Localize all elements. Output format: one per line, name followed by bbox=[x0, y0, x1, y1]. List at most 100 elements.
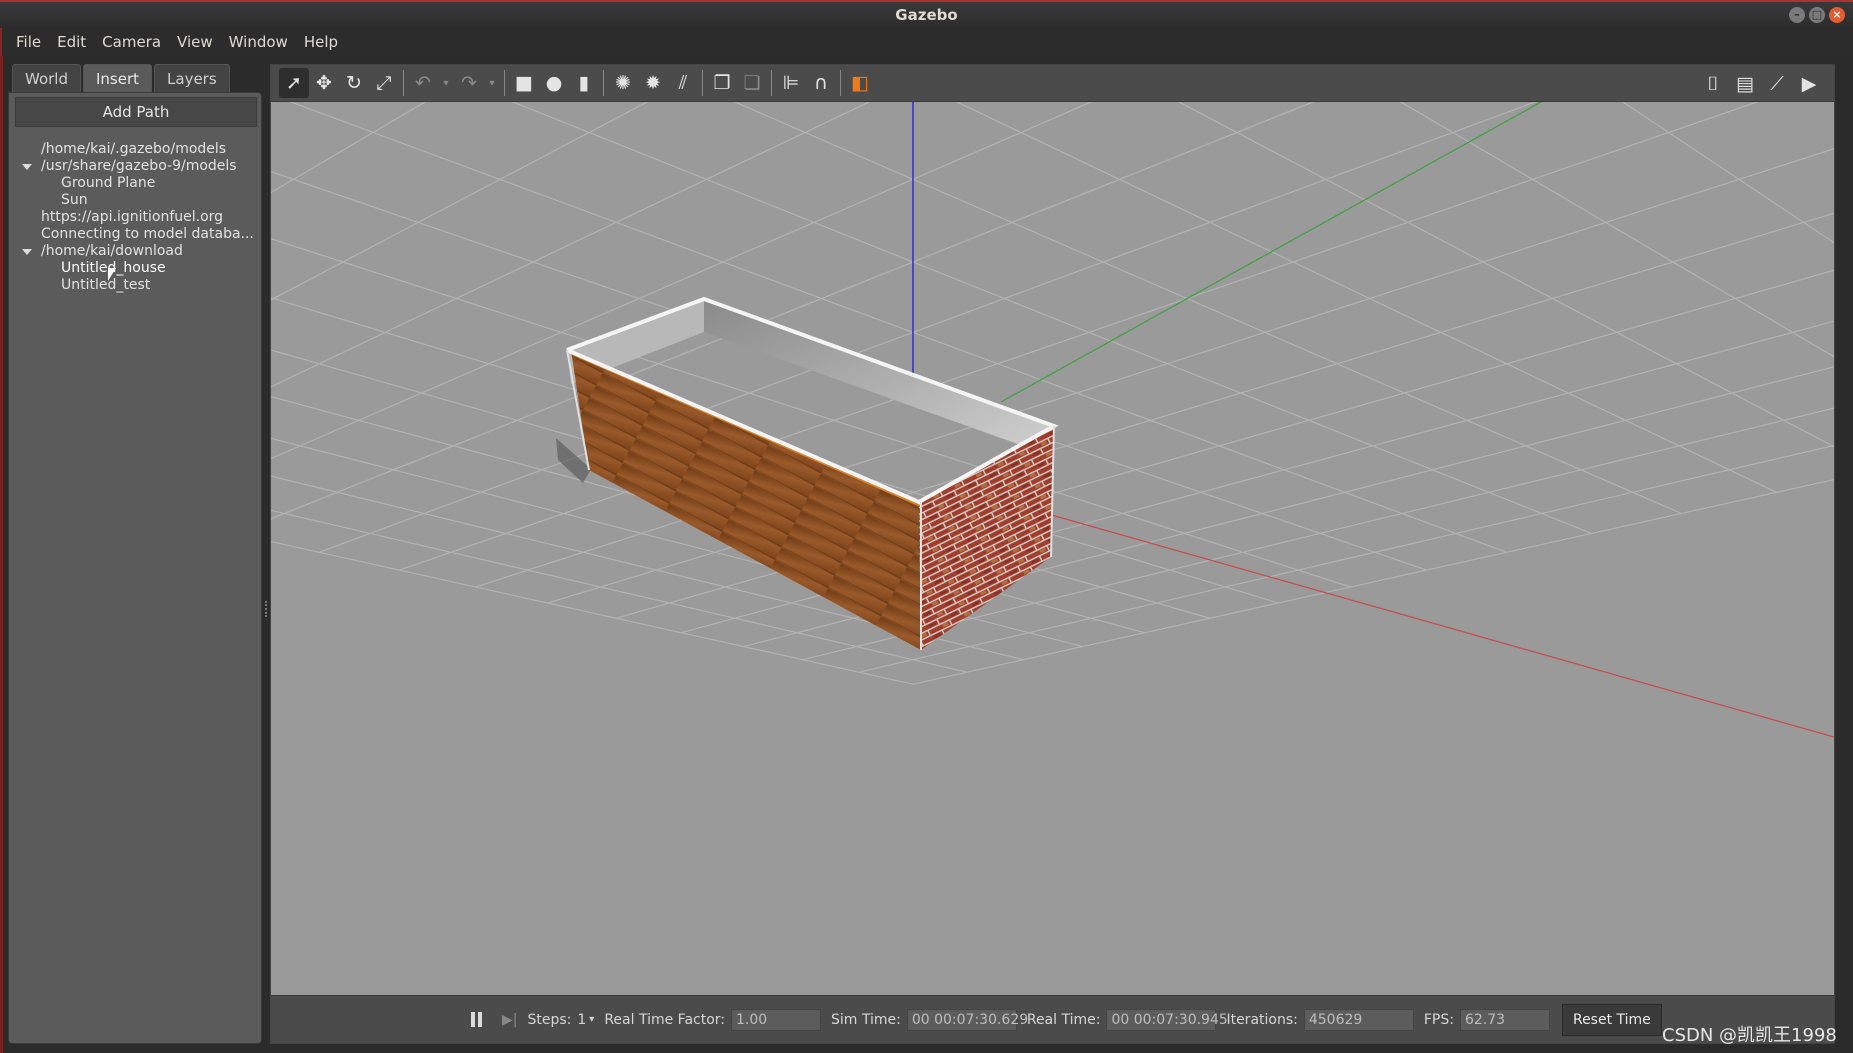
grid-line bbox=[271, 102, 1834, 420]
sim-time-field: 00 00:07:30.629 bbox=[906, 1008, 1028, 1031]
log-icon[interactable]: ▤ bbox=[1730, 69, 1760, 99]
model-tree: /home/kai/.gazebo/models /usr/share/gaze… bbox=[9, 141, 263, 294]
maximize-icon[interactable]: □ bbox=[1809, 7, 1825, 23]
grid-line bbox=[511, 102, 1592, 534]
grid-line bbox=[913, 102, 1834, 262]
grid-line bbox=[517, 102, 1834, 299]
toolbar-separator bbox=[403, 70, 404, 96]
tree-item-sun[interactable]: Sun bbox=[9, 192, 263, 209]
box-shape-icon[interactable]: ■ bbox=[509, 68, 539, 98]
tree-item-ground-plane[interactable]: Ground Plane bbox=[9, 175, 263, 192]
close-icon[interactable]: × bbox=[1829, 7, 1845, 23]
iterations-field: 450629 bbox=[1303, 1008, 1414, 1031]
toolbar-separator bbox=[504, 70, 505, 96]
undo-dropdown-icon[interactable]: ▾ bbox=[438, 68, 454, 98]
real-time-field: 00 00:07:30.945 bbox=[1106, 1008, 1228, 1031]
fps-label: FPS: bbox=[1423, 1011, 1454, 1028]
reset-time-button[interactable]: Reset Time bbox=[1561, 1003, 1662, 1036]
minimize-icon[interactable]: – bbox=[1789, 7, 1805, 23]
redo-icon[interactable]: ↷ bbox=[454, 68, 484, 98]
redo-dropdown-icon[interactable]: ▾ bbox=[484, 68, 500, 98]
grid-line bbox=[271, 102, 427, 194]
translate-icon[interactable]: ✥ bbox=[309, 68, 339, 98]
scale-icon[interactable]: ⤢ bbox=[369, 68, 399, 98]
menu-file[interactable]: File bbox=[8, 33, 49, 51]
house-model[interactable] bbox=[556, 296, 1059, 650]
window-title: Gazebo bbox=[895, 6, 958, 24]
steps-value[interactable]: 1 bbox=[577, 1012, 586, 1028]
window-controls: – □ × bbox=[1789, 7, 1845, 23]
tab-layers[interactable]: Layers bbox=[154, 64, 230, 92]
status-bar: ▶| Steps: 1 ▾ Real Time Factor: 1.00 Sim… bbox=[271, 995, 1834, 1043]
grid-line bbox=[271, 102, 1834, 332]
plot-icon[interactable]: ⟋ bbox=[1762, 69, 1792, 99]
menu-window[interactable]: Window bbox=[221, 33, 296, 51]
snap-magnet-icon[interactable]: ∩ bbox=[806, 68, 836, 98]
grid-line bbox=[858, 444, 1834, 673]
add-path-button[interactable]: Add Path bbox=[15, 97, 257, 127]
tab-insert[interactable]: Insert bbox=[83, 64, 153, 92]
x-axis-line bbox=[1040, 511, 1834, 738]
insert-panel: Add Path /home/kai/.gazebo/models /usr/s… bbox=[8, 92, 262, 1044]
fps-field: 62.73 bbox=[1459, 1008, 1550, 1031]
paste-icon[interactable]: ❏ bbox=[737, 68, 767, 98]
menu-edit[interactable]: Edit bbox=[49, 33, 94, 51]
3d-viewport[interactable] bbox=[271, 102, 1834, 995]
real-time-label: Real Time: bbox=[1026, 1011, 1101, 1028]
tree-item-home-kai-download[interactable]: /home/kai/download bbox=[9, 243, 263, 260]
pause-button[interactable] bbox=[466, 1010, 486, 1030]
grid-line bbox=[271, 102, 1834, 393]
tree-item-label: Untitled_test bbox=[61, 277, 151, 293]
view-angle-icon[interactable]: ◧ bbox=[845, 68, 875, 98]
spot-light-icon[interactable]: ✹ bbox=[638, 68, 668, 98]
tree-item-home-gazebo-models[interactable]: /home/kai/.gazebo/models bbox=[9, 141, 263, 158]
tree-item-usr-share-models[interactable]: /usr/share/gazebo-9/models bbox=[9, 158, 263, 175]
iterations-label: Iterations: bbox=[1226, 1011, 1298, 1028]
rotate-icon[interactable]: ↻ bbox=[339, 68, 369, 98]
tree-item-label: /home/kai/.gazebo/models bbox=[41, 141, 227, 157]
expand-arrow-icon[interactable] bbox=[22, 249, 32, 255]
step-icon[interactable]: ▶| bbox=[502, 1012, 517, 1028]
toolbar-separator bbox=[603, 70, 604, 96]
real-time-factor-label: Real Time Factor: bbox=[604, 1011, 725, 1028]
tree-item-untitled-house[interactable]: Untitled_house bbox=[9, 260, 263, 277]
steps-label: Steps: bbox=[527, 1011, 572, 1028]
panel-splitter[interactable] bbox=[262, 56, 270, 1053]
grid-line bbox=[271, 102, 1834, 364]
menu-view[interactable]: View bbox=[169, 33, 221, 51]
tree-item-ignitionfuel[interactable]: https://api.ignitionfuel.org bbox=[9, 209, 263, 226]
toolbar-separator bbox=[702, 70, 703, 96]
tree-item-connecting[interactable]: Connecting to model databa... bbox=[9, 226, 263, 243]
copy-icon[interactable]: ❐ bbox=[707, 68, 737, 98]
tree-item-label: Sun bbox=[61, 192, 88, 208]
splitter-handle-icon[interactable] bbox=[265, 601, 267, 617]
brick-wall bbox=[919, 426, 1054, 650]
menu-help[interactable]: Help bbox=[296, 33, 346, 51]
wood-wall bbox=[571, 350, 921, 650]
grid-line bbox=[271, 102, 913, 262]
video-record-icon[interactable]: ▶ bbox=[1794, 69, 1824, 99]
align-icon[interactable]: ⊫ bbox=[776, 68, 806, 98]
panel-tabs: World Insert Layers bbox=[8, 64, 262, 92]
cylinder-shape-icon[interactable]: ▮ bbox=[569, 68, 599, 98]
tree-item-untitled-test[interactable]: Untitled_test bbox=[9, 277, 263, 294]
tab-world[interactable]: World bbox=[12, 64, 81, 92]
y-axis-line bbox=[1000, 102, 1542, 403]
menu-camera[interactable]: Camera bbox=[94, 33, 169, 51]
select-arrow-icon[interactable]: ➚ bbox=[279, 68, 309, 98]
sphere-shape-icon[interactable]: ● bbox=[539, 68, 569, 98]
grid-line bbox=[1621, 102, 1834, 244]
grid-line bbox=[1399, 102, 1834, 358]
screenshot-camera-icon[interactable]: ⌷ bbox=[1698, 69, 1728, 99]
tree-item-label: https://api.ignitionfuel.org bbox=[41, 209, 224, 225]
title-bar: Gazebo – □ × bbox=[0, 0, 1853, 28]
undo-icon[interactable]: ↶ bbox=[408, 68, 438, 98]
expand-arrow-icon[interactable] bbox=[22, 164, 32, 170]
directional-light-icon[interactable]: ⫽ bbox=[668, 68, 698, 98]
grid-line bbox=[271, 102, 1309, 299]
point-light-icon[interactable]: ✺ bbox=[608, 68, 638, 98]
tree-item-label: Connecting to model databa... bbox=[41, 226, 254, 242]
grid-line bbox=[1177, 102, 1834, 448]
steps-dropdown-icon[interactable]: ▾ bbox=[589, 1014, 594, 1025]
grid-line bbox=[271, 102, 1834, 393]
